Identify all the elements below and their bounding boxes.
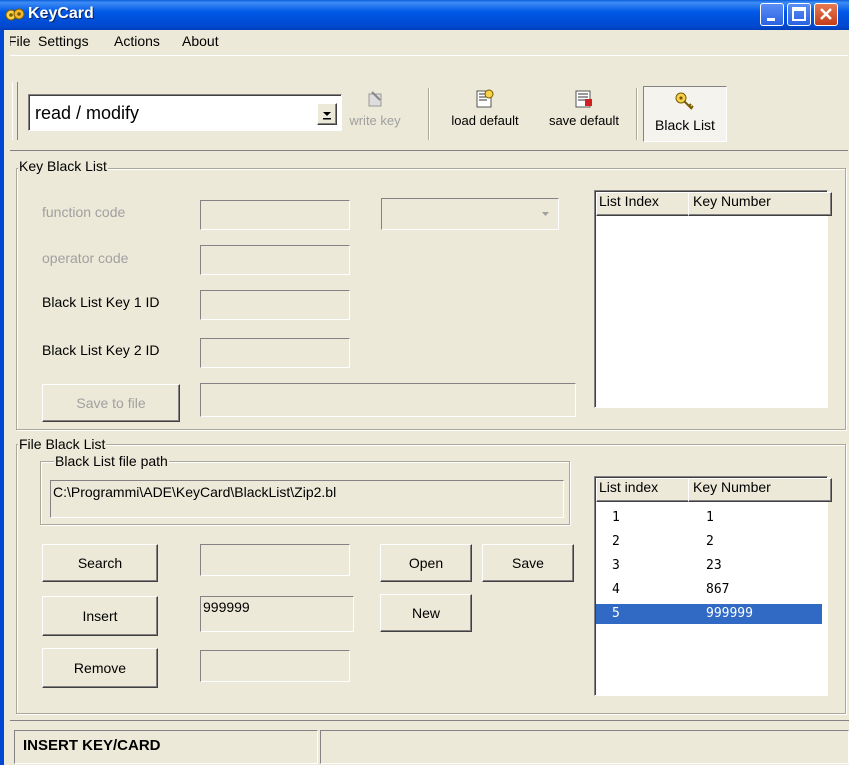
status-message: INSERT KEY/CARD (14, 730, 318, 764)
file-list-col-index[interactable]: List index (596, 478, 690, 502)
table-row[interactable]: 5 999999 (596, 604, 822, 624)
black-list-key-1-label: Black List Key 1 ID (42, 294, 160, 310)
load-default-icon (476, 89, 494, 108)
write-key-label: write key (349, 113, 401, 128)
status-secondary (320, 730, 849, 764)
load-default-button[interactable]: load default (438, 88, 532, 128)
menu-bar: File Settings Actions About (0, 30, 849, 54)
mode-select-dropdown-button[interactable] (317, 103, 337, 125)
window-frame-left (0, 30, 4, 765)
minimize-button[interactable] (760, 3, 784, 26)
black-list-label: Black List (655, 117, 715, 133)
open-button[interactable]: Open (380, 544, 472, 582)
operator-code-label: operator code (42, 250, 129, 266)
insert-field[interactable]: 999999 (200, 596, 354, 632)
function-code-combo[interactable] (381, 198, 559, 230)
search-field[interactable] (200, 544, 350, 576)
key-icon (675, 92, 694, 110)
close-icon (820, 8, 832, 20)
black-list-file-path-label: Black List file path (54, 453, 169, 469)
function-code-field[interactable] (200, 200, 350, 230)
black-list-key-1-field[interactable] (200, 290, 350, 320)
save-to-file-button[interactable]: Save to file (42, 384, 180, 422)
row-index: 3 (612, 558, 620, 573)
row-index: 4 (612, 582, 620, 597)
black-list-file-path-value: C:\Programmi\ADE\KeyCard\BlackList\Zip2.… (53, 484, 337, 500)
table-row[interactable]: 11 (596, 508, 822, 528)
save-default-icon (575, 90, 592, 108)
file-list-col-key-number[interactable]: Key Number (688, 478, 832, 502)
table-row[interactable]: 22 (596, 532, 822, 552)
black-list-key-2-label: Black List Key 2 ID (42, 342, 160, 358)
toolbar-separator (428, 88, 430, 140)
operator-code-field[interactable] (200, 245, 350, 275)
menu-file[interactable]: File (8, 33, 31, 49)
search-button[interactable]: Search (42, 544, 158, 582)
file-black-list-group-label: File Black List (18, 436, 107, 452)
load-default-label: load default (451, 113, 519, 128)
save-button[interactable]: Save (482, 544, 574, 582)
window-title: KeyCard (28, 5, 94, 22)
toolbar-separator (636, 88, 638, 140)
black-list-file-path-field[interactable]: C:\Programmi\ADE\KeyCard\BlackList\Zip2.… (50, 480, 564, 518)
black-list-button[interactable]: Black List (643, 86, 727, 142)
insert-button[interactable]: Insert (42, 596, 158, 636)
write-key-icon (368, 91, 382, 107)
new-button[interactable]: New (380, 594, 472, 632)
insert-value: 999999 (203, 599, 250, 615)
write-key-button[interactable]: write key (348, 88, 402, 128)
row-index: 2 (612, 534, 620, 549)
menu-settings[interactable]: Settings (38, 33, 89, 49)
row-index: 1 (612, 510, 620, 525)
row-key-number: 1 (706, 510, 714, 525)
close-button[interactable] (814, 3, 838, 26)
menu-actions[interactable]: Actions (114, 33, 160, 49)
row-index: 5 (612, 606, 620, 621)
save-to-file-path-field[interactable] (200, 383, 576, 417)
black-list-key-2-field[interactable] (200, 338, 350, 368)
maximize-icon (792, 7, 806, 21)
minimize-icon (767, 18, 775, 21)
remove-field[interactable] (200, 650, 350, 682)
save-default-button[interactable]: save default (536, 88, 632, 128)
key-black-list-group-label: Key Black List (18, 158, 108, 174)
maximize-button[interactable] (787, 3, 811, 26)
function-code-combo-arrow[interactable] (537, 205, 554, 222)
table-row[interactable]: 4 867 (596, 580, 822, 600)
keycard-app-icon (5, 8, 25, 21)
remove-button[interactable]: Remove (42, 648, 158, 688)
row-key-number: 2 (706, 534, 714, 549)
toolbar-grip[interactable] (12, 82, 18, 140)
menu-about[interactable]: About (182, 33, 219, 49)
title-bar[interactable]: KeyCard (0, 0, 849, 30)
row-key-number: 23 (706, 558, 722, 573)
mode-select-value: read / modify (35, 103, 140, 123)
chevron-down-icon (323, 112, 331, 120)
key-black-list-listview[interactable] (594, 190, 828, 408)
chevron-down-icon (542, 212, 549, 216)
mode-select[interactable]: read / modify (28, 94, 342, 131)
key-list-col-key-number[interactable]: Key Number (688, 192, 832, 216)
table-row[interactable]: 3 23 (596, 556, 822, 576)
save-default-label: save default (548, 113, 620, 128)
row-key-number: 999999 (706, 606, 753, 621)
function-code-label: function code (42, 204, 126, 220)
row-key-number: 867 (706, 582, 730, 597)
key-list-col-index[interactable]: List Index (596, 192, 690, 216)
